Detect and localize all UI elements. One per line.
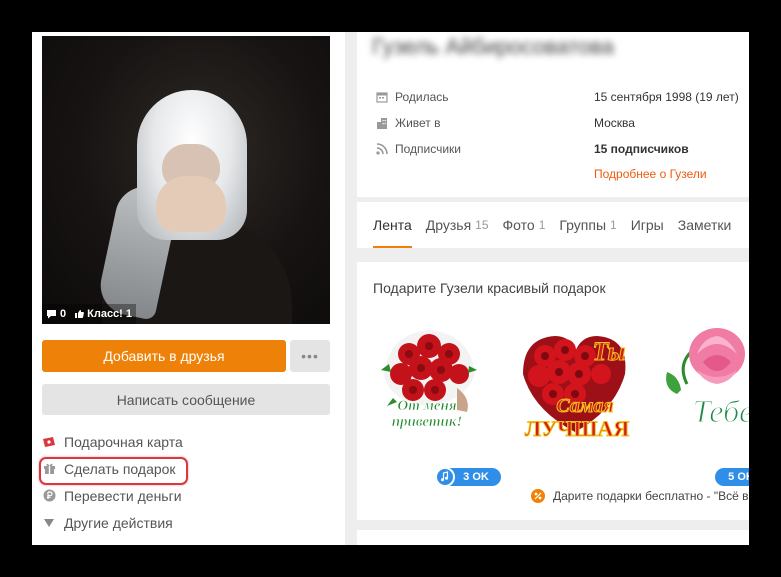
- profile-page: 0 Класс! 1 Добавить в друзья ••• Написат…: [32, 32, 749, 545]
- lives-row: Живет в: [375, 113, 441, 133]
- svg-text:От меня: От меня: [397, 398, 457, 414]
- gift-card-icon: [42, 435, 56, 449]
- tab-groups[interactable]: Группы 1: [559, 202, 616, 248]
- svg-text:Тебе: Тебе: [693, 393, 749, 429]
- born-value: 15 сентября 1998 (19 лет): [594, 90, 739, 104]
- other-actions[interactable]: Другие действия: [42, 509, 332, 536]
- profile-tabs: Лента Друзья 15 Фото 1 Группы 1 Игры Зам…: [357, 202, 749, 248]
- born-row: Родилась: [375, 87, 449, 107]
- add-friend-button[interactable]: Добавить в друзья: [42, 340, 286, 372]
- transfer-money-action[interactable]: Перевести деньги: [42, 482, 332, 509]
- profile-actions: Подарочная карта Сделать подарок Перевес…: [39, 428, 332, 536]
- building-icon: [375, 117, 388, 130]
- profile-avatar[interactable]: 0 Класс! 1: [42, 36, 330, 324]
- more-about-link[interactable]: Подробнее о Гузели: [594, 164, 707, 184]
- music-note-icon: [435, 467, 455, 487]
- other-actions-label: Другие действия: [64, 514, 173, 531]
- svg-text:Ты: Ты: [593, 337, 626, 366]
- followers-row: Подписчики: [375, 139, 461, 159]
- followers-label: Подписчики: [395, 142, 462, 156]
- triangle-down-icon: [42, 516, 56, 530]
- born-label: Родилась: [395, 90, 449, 104]
- gift-item[interactable]: Ты Самая ЛУЧШАЯ: [505, 314, 630, 442]
- rss-icon: [375, 143, 388, 156]
- lives-value: Москва: [594, 116, 635, 130]
- followers-value[interactable]: 15 подписчиков: [594, 139, 689, 159]
- comments-count[interactable]: 0: [46, 308, 66, 320]
- ruble-icon: [42, 489, 56, 503]
- tab-notes[interactable]: Заметки: [678, 202, 732, 248]
- gifts-card: Подарите Гузели красивый подарок От меня…: [357, 262, 749, 520]
- transfer-money-label: Перевести деньги: [64, 487, 182, 504]
- make-gift-label: Сделать подарок: [64, 460, 176, 477]
- more-options-button[interactable]: •••: [290, 340, 330, 372]
- tab-friends[interactable]: Друзья 15: [426, 202, 489, 248]
- feed-card: [357, 530, 749, 545]
- tab-photos[interactable]: Фото 1: [503, 202, 546, 248]
- avatar-stats: 0 Класс! 1: [42, 304, 136, 324]
- percent-icon: [531, 489, 545, 503]
- lives-label: Живет в: [395, 116, 441, 130]
- gifts-title: Подарите Гузели красивый подарок: [373, 280, 606, 296]
- gift-item[interactable]: Тебе: [647, 314, 749, 434]
- class-count[interactable]: Класс! 1: [74, 308, 132, 320]
- gift-item[interactable]: От меня приветик!: [369, 314, 489, 434]
- svg-text:Самая: Самая: [556, 395, 613, 417]
- write-message-button[interactable]: Написать сообщение: [42, 384, 330, 415]
- svg-text:ЛУЧШАЯ: ЛУЧШАЯ: [525, 416, 630, 441]
- gift-icon: [42, 462, 56, 476]
- gift-card-action[interactable]: Подарочная карта: [42, 428, 332, 455]
- profile-name: Гузель Айбиросоватова: [372, 34, 614, 59]
- svg-text:приветик!: приветик!: [392, 414, 463, 430]
- thumbs-up-icon: [75, 310, 85, 318]
- make-gift-action[interactable]: Сделать подарок: [39, 455, 332, 485]
- comment-icon: [47, 310, 56, 319]
- gift-price-badge[interactable]: 3 OK: [435, 467, 501, 487]
- tab-feed[interactable]: Лента: [373, 202, 412, 248]
- calendar-icon: [375, 91, 388, 104]
- left-column: 0 Класс! 1 Добавить в друзья ••• Написат…: [32, 32, 345, 545]
- tab-games[interactable]: Игры: [631, 202, 664, 248]
- free-gifts-note[interactable]: Дарите подарки бесплатно - "Всё вк: [531, 489, 749, 503]
- gift-price-badge[interactable]: 5 OK: [715, 468, 749, 486]
- gift-card-label: Подарочная карта: [64, 433, 183, 450]
